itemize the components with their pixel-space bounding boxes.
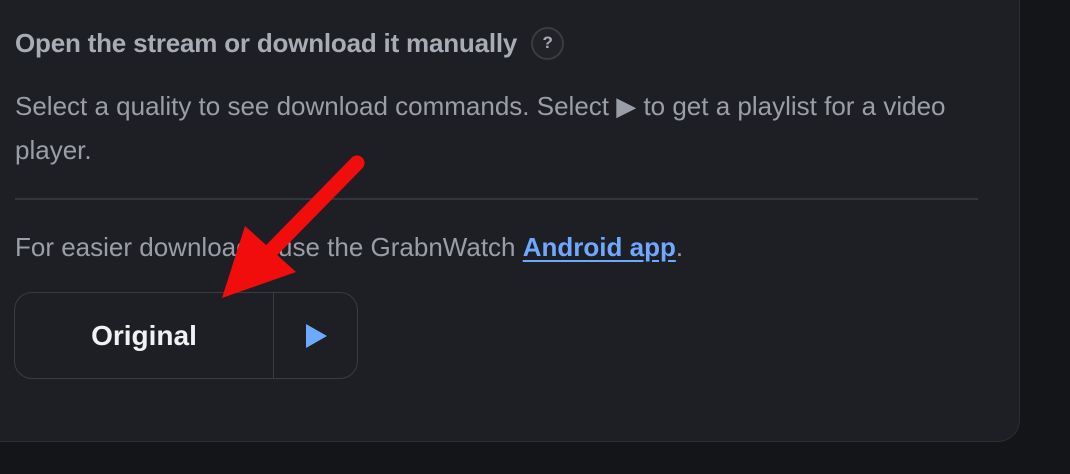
note-suffix: . [675, 232, 684, 262]
section-description: Select a quality to see download command… [15, 91, 946, 165]
android-app-note: For easier downloads, use the GrabnWatch… [15, 225, 683, 269]
divider [15, 198, 978, 200]
section-heading: Open the stream or download it manually … [15, 25, 565, 61]
play-icon [305, 323, 327, 348]
section-title: Open the stream or download it manually [15, 27, 518, 58]
note-prefix: For easier downloads, use the GrabnWatch [15, 232, 523, 262]
play-playlist-button[interactable] [274, 293, 357, 378]
quality-button-group: Original [14, 292, 358, 379]
page: Open the stream or download it manually … [0, 0, 1070, 474]
original-quality-button[interactable]: Original [15, 293, 274, 378]
android-app-link[interactable]: Android app [523, 232, 676, 262]
help-icon[interactable]: ? [531, 26, 565, 60]
